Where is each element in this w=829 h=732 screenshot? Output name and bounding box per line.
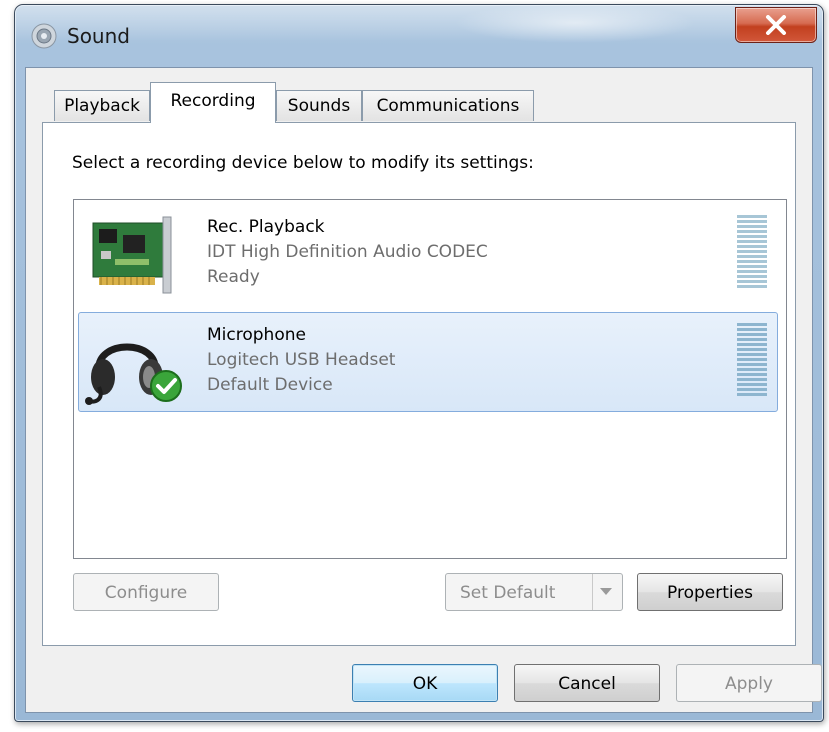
properties-button[interactable]: Properties bbox=[637, 573, 783, 611]
device-name: Rec. Playback bbox=[207, 217, 325, 237]
close-icon bbox=[766, 15, 786, 35]
level-meter bbox=[737, 323, 767, 401]
tab-playback[interactable]: Playback bbox=[54, 90, 150, 121]
chevron-down-icon bbox=[600, 588, 612, 595]
set-default-split-button[interactable]: Set Default bbox=[445, 573, 623, 611]
ok-button[interactable]: OK bbox=[352, 664, 498, 702]
window-title: Sound bbox=[67, 24, 130, 48]
set-default-label: Set Default bbox=[460, 583, 556, 603]
set-default-dropdown[interactable] bbox=[592, 574, 618, 610]
device-name: Microphone bbox=[207, 325, 306, 345]
default-device-check-icon bbox=[150, 370, 182, 402]
title-bar-glare bbox=[15, 5, 823, 65]
device-description: IDT High Definition Audio CODEC bbox=[207, 242, 488, 262]
recording-tab-panel: Select a recording device below to modif… bbox=[42, 122, 796, 646]
speaker-app-icon bbox=[31, 23, 57, 49]
configure-button[interactable]: Configure bbox=[73, 573, 219, 611]
device-status: Ready bbox=[207, 267, 260, 287]
device-status: Default Device bbox=[207, 375, 333, 395]
tab-communications[interactable]: Communications bbox=[362, 90, 534, 121]
tab-recording[interactable]: Recording bbox=[150, 82, 276, 123]
apply-button[interactable]: Apply bbox=[676, 664, 822, 702]
close-button[interactable] bbox=[735, 7, 817, 43]
level-meter bbox=[737, 215, 767, 293]
device-item-microphone[interactable]: Microphone Logitech USB Headset Default … bbox=[78, 312, 778, 412]
dialog-client-area: Playback Recording Sounds Communications… bbox=[25, 67, 822, 713]
recording-device-list[interactable]: Rec. Playback IDT High Definition Audio … bbox=[73, 199, 787, 559]
tab-sounds[interactable]: Sounds bbox=[276, 90, 362, 121]
instruction-text: Select a recording device below to modif… bbox=[72, 153, 534, 173]
cancel-button[interactable]: Cancel bbox=[514, 664, 660, 702]
sound-dialog-window: Sound Playback Recording Sounds Communic… bbox=[14, 4, 824, 722]
device-description: Logitech USB Headset bbox=[207, 350, 396, 370]
title-bar[interactable]: Sound bbox=[15, 5, 823, 65]
sound-card-icon bbox=[92, 216, 172, 294]
device-item-rec-playback[interactable]: Rec. Playback IDT High Definition Audio … bbox=[78, 204, 778, 304]
